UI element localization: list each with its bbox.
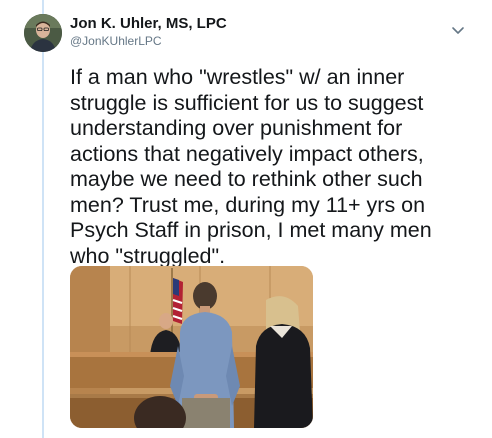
tweet-photo[interactable] (70, 266, 313, 428)
author-name[interactable]: Jon K. Uhler, MS, LPC (70, 15, 227, 32)
courtroom-photo-icon (70, 266, 313, 428)
avatar-image (24, 14, 62, 52)
tweet-text: If a man who "wrestles" w/ an inner stru… (70, 65, 432, 268)
author-avatar[interactable] (24, 14, 62, 52)
thread-connector-line (42, 0, 44, 438)
author-handle[interactable]: @JonKUhlerLPC (70, 34, 162, 48)
chevron-down-icon[interactable] (450, 22, 466, 38)
